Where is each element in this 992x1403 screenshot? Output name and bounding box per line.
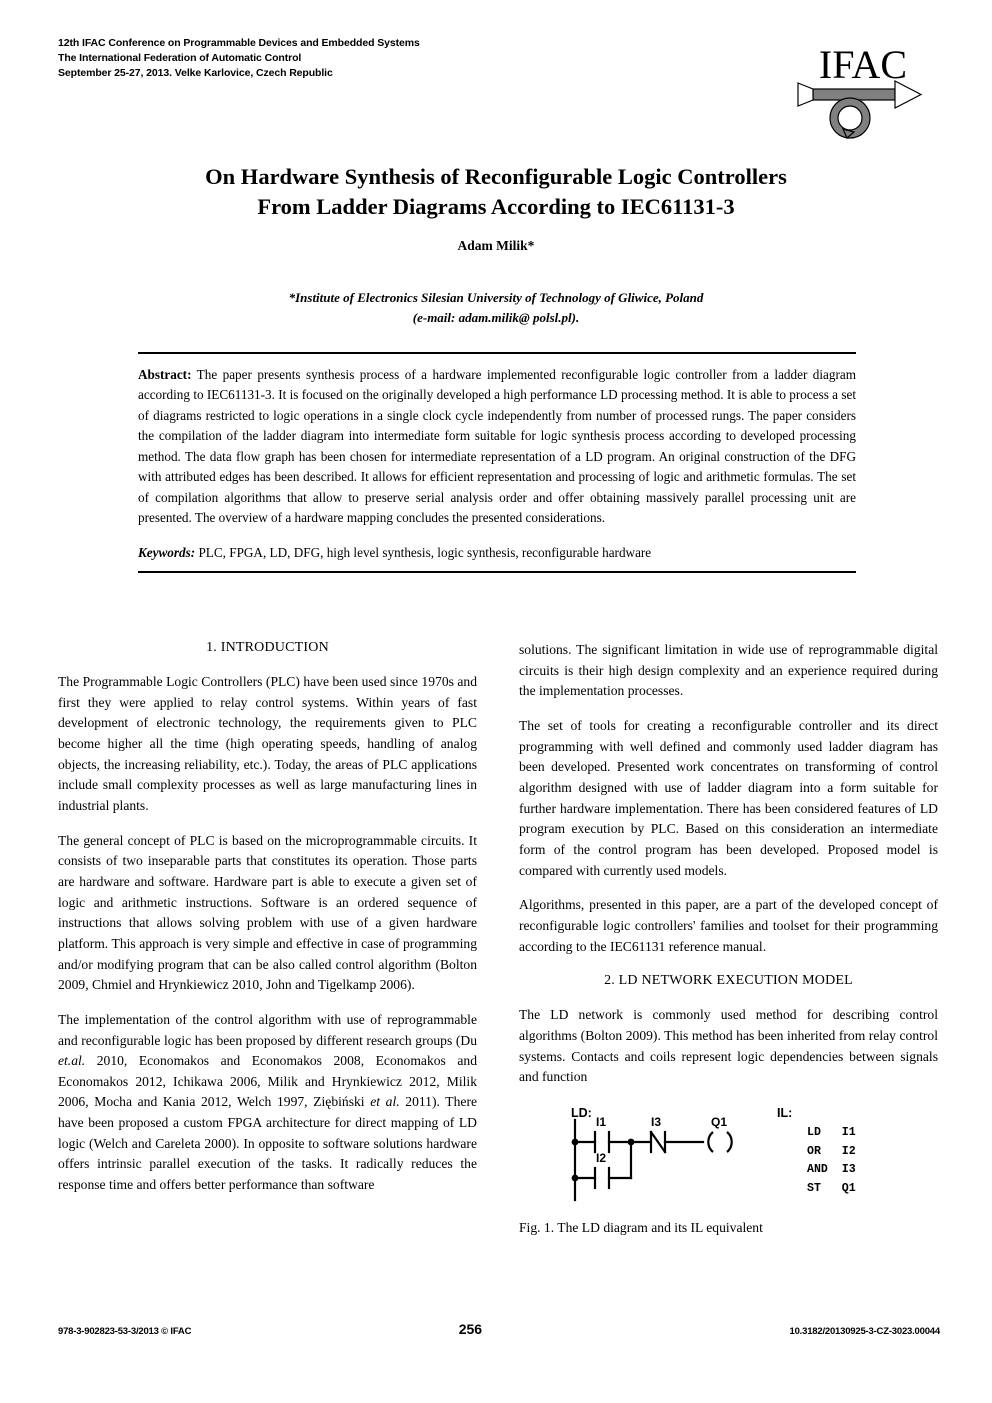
section-heading-introduction: 1. INTRODUCTION bbox=[206, 640, 329, 655]
left-paragraph-3: The implementation of the control algori… bbox=[58, 1010, 477, 1196]
right-column: solutions. The significant limitation in… bbox=[519, 640, 938, 1236]
page-footer: 978-3-902823-53-3/2013 © IFAC 256 10.318… bbox=[58, 1321, 940, 1337]
footer-doi: 10.3182/20130925-3-CZ-3023.00044 bbox=[789, 1326, 941, 1337]
ifac-logo-graphic: IFAC bbox=[797, 42, 923, 139]
coil-label-q1: Q1 bbox=[711, 1115, 727, 1129]
abstract-block: Abstract: The paper presents synthesis p… bbox=[138, 352, 856, 574]
author-name: Adam Milik* bbox=[457, 238, 535, 253]
conference-info: 12th IFAC Conference on Programmable Dev… bbox=[58, 36, 420, 81]
federation-name: The International Federation of Automati… bbox=[58, 51, 302, 64]
title-line-2: From Ladder Diagrams According to IEC611… bbox=[257, 193, 735, 219]
il-instruction-list: LD I1 OR I2 AND I3 ST Q1 bbox=[807, 1125, 856, 1196]
il-code-label: IL: bbox=[777, 1105, 793, 1120]
body-columns: 1. INTRODUCTION The Programmable Logic C… bbox=[58, 640, 938, 1236]
paper-page: 12th IFAC Conference on Programmable Dev… bbox=[0, 0, 992, 1403]
left-p3-citation-2: et al. bbox=[370, 1094, 400, 1110]
figure-1: LD: IL: I1 I2 I3 Q1 LD I1 OR I2 AND I3 S… bbox=[519, 1104, 938, 1236]
conference-name: 12th IFAC Conference on Programmable Dev… bbox=[58, 37, 420, 49]
page-header: 12th IFAC Conference on Programmable Dev… bbox=[58, 36, 950, 141]
right-paragraph-4: The LD network is commonly used method f… bbox=[519, 1007, 938, 1085]
section-heading-ld-network: 2. LD NETWORK EXECUTION MODEL bbox=[604, 973, 853, 989]
author-affiliation: *Institute of Electronics Silesian Unive… bbox=[130, 288, 862, 328]
page-title: On Hardware Synthesis of Reconfigurable … bbox=[150, 162, 842, 221]
left-paragraph-2: The general concept of PLC is based on t… bbox=[58, 832, 477, 993]
keywords-label: Keywords: bbox=[138, 544, 196, 560]
right-paragraph-1: solutions. The significant limitation in… bbox=[519, 642, 938, 699]
right-paragraph-2: The set of tools for creating a reconfig… bbox=[519, 717, 938, 878]
footer-page-number: 256 bbox=[458, 1321, 483, 1337]
affiliation-email: (e-mail: adam.milik@ polsl.pl). bbox=[412, 309, 580, 325]
figure-1-graphic: LD: IL: I1 I2 I3 Q1 LD I1 OR I2 AND I3 S… bbox=[519, 1104, 938, 1208]
conference-date-location: September 25-27, 2013. Velke Karlovice, … bbox=[58, 66, 333, 79]
left-p3-citation-1: et.al. bbox=[58, 1053, 86, 1069]
contact-label-i1: I1 bbox=[596, 1115, 606, 1129]
affiliation-institute: *Institute of Electronics Silesian Unive… bbox=[288, 290, 704, 305]
q1-coil bbox=[707, 1130, 733, 1153]
figure-1-caption: Fig. 1. The LD diagram and its IL equiva… bbox=[519, 1219, 763, 1235]
abstract-paragraph: Abstract: The paper presents synthesis p… bbox=[138, 365, 856, 529]
left-column: 1. INTRODUCTION The Programmable Logic C… bbox=[58, 640, 477, 1236]
contact-label-i2: I2 bbox=[596, 1151, 606, 1165]
left-paragraph-1: The Programmable Logic Controllers (PLC)… bbox=[58, 674, 477, 813]
left-p3-part-a: The implementation of the control algori… bbox=[58, 1011, 477, 1048]
ifac-logo: IFAC bbox=[788, 36, 938, 141]
footer-isbn: 978-3-902823-53-3/2013 © IFAC bbox=[58, 1326, 192, 1337]
abstract-body: The paper presents synthesis process of … bbox=[138, 367, 856, 526]
keywords-paragraph: Keywords: PLC, FPGA, LD, DFG, high level… bbox=[138, 543, 856, 563]
title-line-1: On Hardware Synthesis of Reconfigurable … bbox=[205, 164, 787, 189]
abstract-label: Abstract: bbox=[138, 367, 192, 382]
right-paragraph-3: Algorithms, presented in this paper, are… bbox=[519, 897, 938, 954]
keywords-body: PLC, FPGA, LD, DFG, high level synthesis… bbox=[195, 544, 652, 560]
contact-label-i3: I3 bbox=[651, 1115, 661, 1129]
ladder-diagram: I1 I2 I3 Q1 bbox=[571, 1115, 733, 1201]
ifac-logo-text: IFAC bbox=[819, 42, 907, 87]
